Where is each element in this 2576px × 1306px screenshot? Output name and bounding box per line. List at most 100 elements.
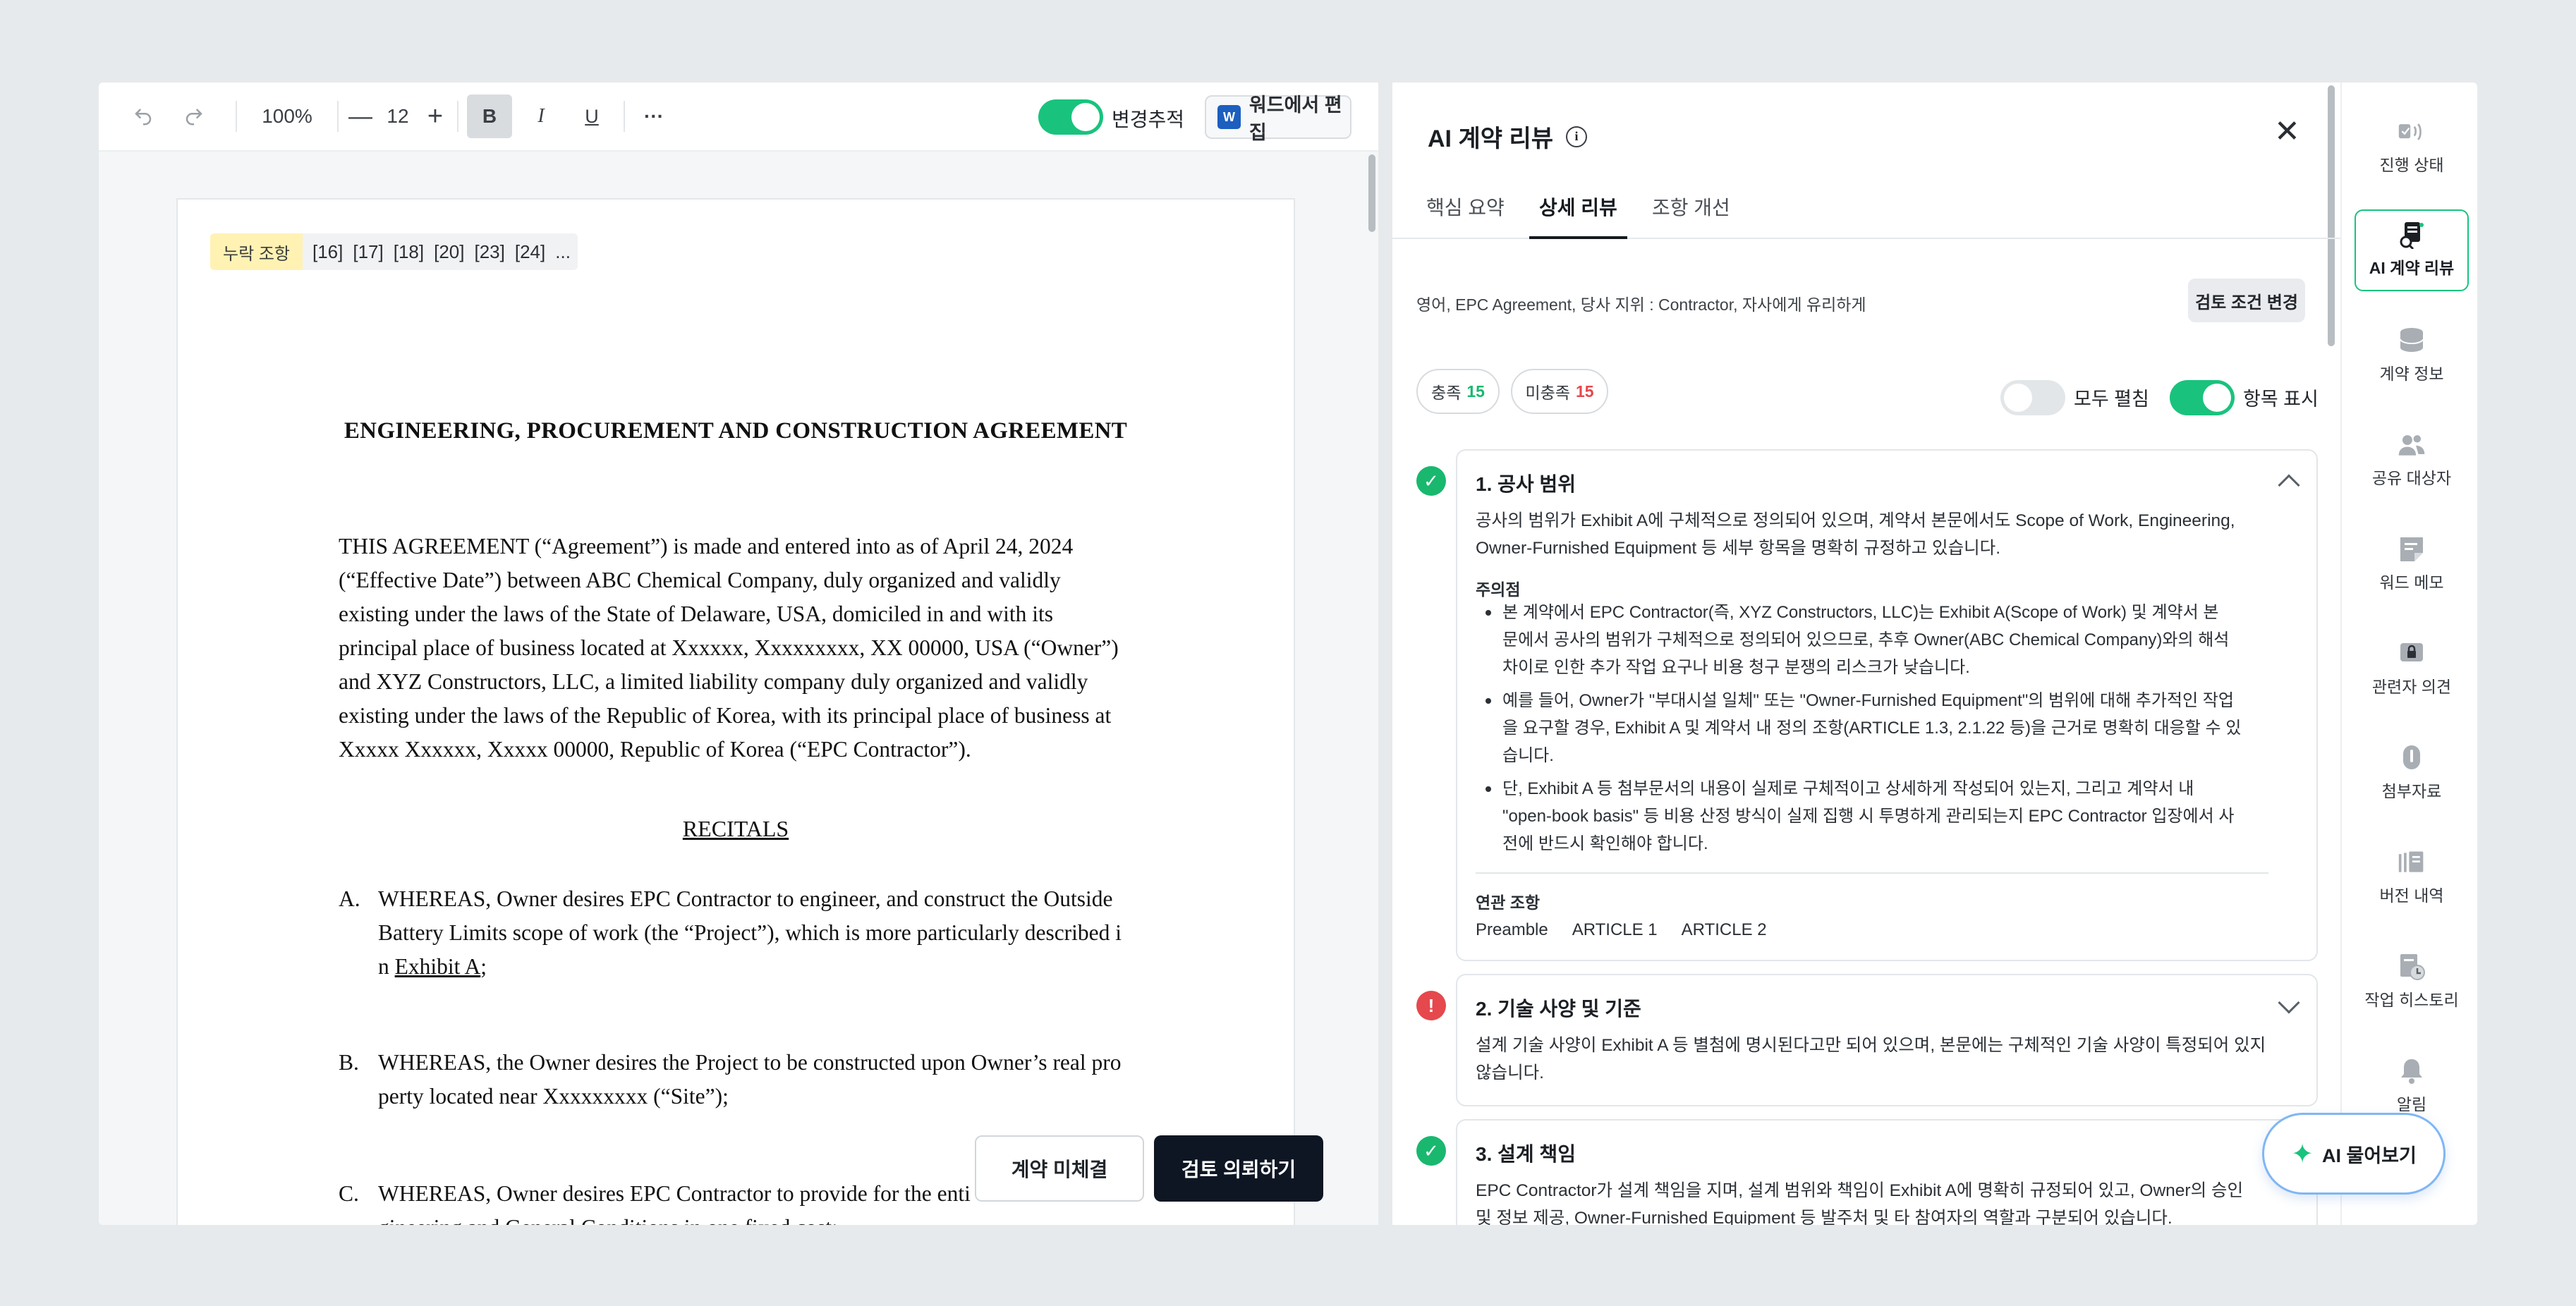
- caution-item: 본 계약에서 EPC Contractor(즉, XYZ Constructor…: [1476, 599, 2280, 681]
- missing-clause-ref[interactable]: [24]: [515, 241, 545, 263]
- review-item-card[interactable]: 1. 공사 범위 공사의 범위가 Exhibit A에 구체적으로 정의되어 있…: [1456, 449, 2318, 961]
- sidebar-item-label: 버전 내역: [2379, 886, 2444, 905]
- redo-icon[interactable]: [176, 99, 212, 134]
- recitals-heading: RECITALS: [682, 816, 789, 841]
- related-clause-link[interactable]: Preamble: [1476, 920, 1548, 940]
- document-canvas[interactable]: 누락 조항 [16] [17] [18] [20] [23] [24] ... …: [99, 152, 1378, 1225]
- related-clauses: Preamble ARTICLE 1 ARTICLE 2: [1476, 920, 1767, 940]
- recital-line: Battery Limits scope of work (the “Proje…: [378, 920, 1122, 945]
- versions-icon: [2398, 850, 2426, 875]
- recital-line: n Exhibit A;: [378, 954, 487, 979]
- sidebar-item-word-memo[interactable]: 워드 메모: [2355, 524, 2469, 606]
- missing-clauses-tag: 누락 조항: [210, 233, 303, 270]
- font-size-increase-button[interactable]: +: [418, 99, 453, 134]
- review-conditions: 영어, EPC Agreement, 당사 지위 : Contractor, 자…: [1416, 295, 1866, 314]
- intro-line: Xxxxx Xxxxxx, Xxxxx 00000, Republic of K…: [339, 737, 971, 762]
- edit-in-word-button[interactable]: W 워드에서 편집: [1205, 94, 1351, 143]
- toolbar-divider: [457, 101, 458, 132]
- missing-clause-more[interactable]: ...: [555, 241, 571, 263]
- exhibit-a-link[interactable]: Exhibit A: [395, 954, 481, 979]
- intro-line: existing under the laws of the Republic …: [339, 703, 1112, 728]
- edit-in-word-label: 워드에서 편집: [1248, 94, 1342, 143]
- sidebar-item-label: 워드 메모: [2379, 573, 2444, 592]
- agreement-title: ENGINEERING, PROCUREMENT AND CONSTRUCTIO…: [344, 418, 1128, 444]
- document-page[interactable]: 누락 조항 [16] [17] [18] [20] [23] [24] ... …: [176, 198, 1295, 1225]
- underline-button[interactable]: U: [570, 94, 614, 138]
- missing-clause-ref[interactable]: [23]: [475, 241, 505, 263]
- sidebar-item-shared-users[interactable]: 공유 대상자: [2355, 420, 2469, 501]
- review-item-card[interactable]: 2. 기술 사양 및 기준 설계 기술 사양이 Exhibit A 등 별첨에 …: [1456, 974, 2318, 1106]
- sidebar-item-label: 공유 대상자: [2371, 469, 2452, 487]
- show-items-toggle[interactable]: [2170, 380, 2235, 415]
- request-review-button[interactable]: 검토 의뢰하기: [1154, 1135, 1323, 1202]
- status-check-icon: ✓: [1416, 1136, 1446, 1166]
- sidebar-item-label: 계약 정보: [2379, 365, 2444, 383]
- zoom-select[interactable]: 100%: [241, 105, 333, 128]
- italic-button[interactable]: I: [519, 94, 563, 138]
- caution-heading: 주의점: [1476, 580, 1521, 599]
- review-item-title: 2. 기술 사양 및 기준: [1476, 998, 1641, 1020]
- unmet-label: 미충족: [1525, 384, 1570, 402]
- sidebar-item-work-history[interactable]: 작업 히스토리: [2355, 941, 2469, 1023]
- sidebar-item-label: 관련자 의견: [2371, 678, 2452, 696]
- expand-all-toggle[interactable]: [2000, 380, 2065, 415]
- change-conditions-button[interactable]: 검토 조건 변경: [2188, 279, 2305, 322]
- more-options-button[interactable]: ···: [632, 94, 676, 138]
- related-clauses-heading: 연관 조항: [1476, 893, 1541, 912]
- document-scrollbar[interactable]: [1368, 154, 1375, 232]
- word-icon: W: [1217, 105, 1241, 129]
- met-count: 15: [1466, 382, 1485, 401]
- sidebar-item-label: 첨부자료: [2381, 782, 2442, 800]
- close-icon[interactable]: ✕: [2274, 116, 2300, 147]
- recital-a: A. WHEREAS, Owner desires EPC Contractor…: [339, 882, 1136, 984]
- recital-letter: B.: [339, 1050, 359, 1075]
- undo-icon[interactable]: [126, 99, 161, 134]
- ai-ask-label: AI 물어보기: [2321, 1145, 2417, 1166]
- editor-toolbar: 100% — 12 + B I U ··· 변경추적 W 워드에서 편집: [99, 83, 1378, 152]
- sidebar-item-ai-review[interactable]: AI 계약 리뷰: [2355, 209, 2469, 291]
- review-item-title: 1. 공사 범위: [1476, 473, 1576, 495]
- tab-detail-review[interactable]: 상세 리뷰: [1529, 188, 1627, 239]
- review-item-card[interactable]: 3. 설계 책임 EPC Contractor가 설계 책임을 지며, 설계 범…: [1456, 1119, 2318, 1225]
- status-check-icon: ✓: [1416, 466, 1446, 496]
- chevron-down-icon[interactable]: [2278, 991, 2300, 1014]
- progress-icon: [2398, 119, 2426, 145]
- font-size-decrease-button[interactable]: —: [343, 99, 378, 134]
- font-size-value[interactable]: 12: [378, 105, 418, 128]
- sidebar-item-progress[interactable]: 진행 상태: [2355, 106, 2469, 188]
- tab-clause-improve[interactable]: 조항 개선: [1652, 188, 1730, 239]
- contract-not-signed-button[interactable]: 계약 미체결: [975, 1135, 1144, 1202]
- missing-clause-ref[interactable]: [17]: [353, 241, 383, 263]
- missing-clauses-bar[interactable]: 누락 조항 [16] [17] [18] [20] [23] [24] ...: [210, 233, 578, 270]
- info-icon[interactable]: i: [1566, 126, 1588, 147]
- memo-icon: [2398, 537, 2426, 562]
- track-changes-toggle[interactable]: [1038, 99, 1103, 135]
- missing-clause-ref[interactable]: [18]: [394, 241, 424, 263]
- bold-button[interactable]: B: [467, 94, 512, 138]
- related-clause-link[interactable]: ARTICLE 2: [1682, 920, 1767, 940]
- review-tabs: 핵심 요약 상세 리뷰 조항 개선: [1392, 188, 2340, 239]
- missing-clause-ref[interactable]: [16]: [312, 241, 343, 263]
- status-warning-icon: !: [1416, 991, 1446, 1020]
- sidebar-item-contract-info[interactable]: 계약 정보: [2355, 315, 2469, 397]
- intro-line: (“Effective Date”) between ABC Chemical …: [339, 568, 1061, 592]
- track-changes-label: 변경추적: [1112, 109, 1185, 130]
- caution-item: 예를 들어, Owner가 "부대시설 일체" 또는 "Owner-Furnis…: [1476, 687, 2280, 769]
- met-filter[interactable]: 충족 15: [1416, 369, 1500, 414]
- tab-summary[interactable]: 핵심 요약: [1426, 188, 1505, 239]
- paperclip-icon: [2398, 745, 2426, 771]
- ai-ask-button[interactable]: ✦ AI 물어보기: [2262, 1113, 2446, 1195]
- review-item-title: 3. 설계 책임: [1476, 1143, 1576, 1165]
- recital-line: perty located near Xxxxxxxxx (“Site”);: [378, 1084, 729, 1109]
- missing-clause-ref[interactable]: [20]: [434, 241, 464, 263]
- sidebar-item-stakeholder-opinions[interactable]: 관련자 의견: [2355, 628, 2469, 710]
- unmet-filter[interactable]: 미충족 15: [1511, 369, 1608, 414]
- ai-review-panel: AI 계약 리뷰 i ✕ 핵심 요약 상세 리뷰 조항 개선 영어, EPC A…: [1392, 83, 2342, 1225]
- sidebar-item-version-history[interactable]: 버전 내역: [2355, 837, 2469, 919]
- review-item-description: EPC Contractor가 설계 책임을 지며, 설계 범위와 책임이 Ex…: [1476, 1181, 2244, 1225]
- unmet-count: 15: [1575, 382, 1594, 401]
- sidebar-item-attachments[interactable]: 첨부자료: [2355, 733, 2469, 814]
- chevron-up-icon[interactable]: [2278, 474, 2300, 496]
- related-clause-link[interactable]: ARTICLE 1: [1572, 920, 1658, 940]
- database-icon: [2398, 328, 2426, 353]
